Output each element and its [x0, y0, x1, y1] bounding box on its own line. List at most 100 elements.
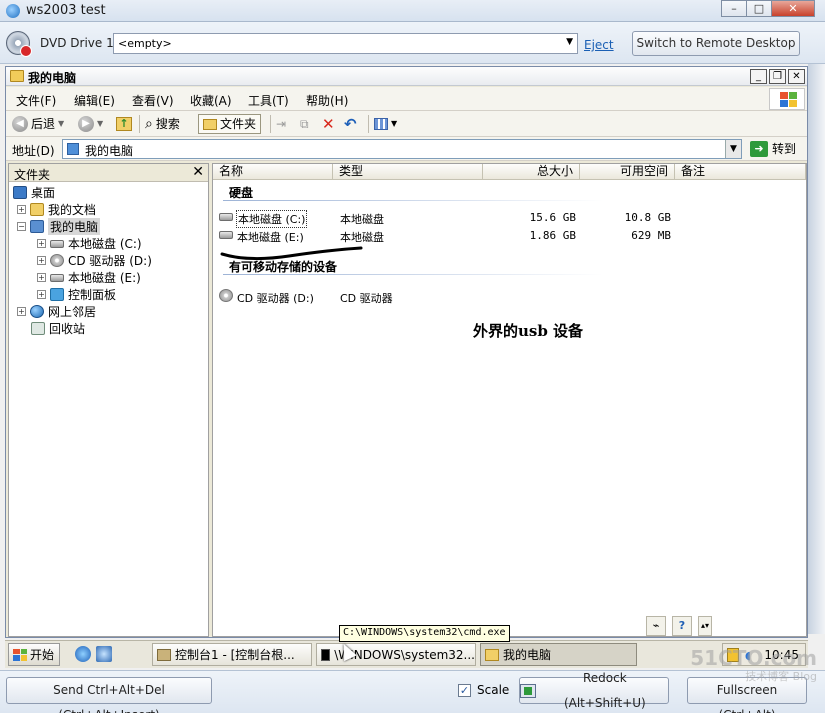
scale-toggle[interactable]: ✓ Scale: [458, 683, 509, 697]
tree-item-label: 我的电脑: [48, 218, 101, 235]
go-button[interactable]: ➜ 转到: [750, 140, 796, 157]
column-header-free-space[interactable]: 可用空间: [580, 164, 675, 180]
tree-item-network[interactable]: + 网上邻居: [17, 303, 96, 320]
back-arrow-icon: ◀: [12, 116, 28, 132]
tree-item-label: 控制面板: [68, 288, 117, 302]
help-icon[interactable]: ?: [672, 616, 692, 636]
cd-icon: [50, 254, 64, 267]
search-button[interactable]: ⌕ 搜索: [145, 114, 180, 134]
start-button[interactable]: 开始: [8, 643, 60, 666]
expand-icon[interactable]: +: [37, 273, 46, 282]
column-header-type[interactable]: 类型: [333, 164, 483, 180]
disk-icon: [219, 231, 233, 239]
tree-item-my-computer[interactable]: − 我的电脑: [17, 218, 101, 235]
computer-icon: [30, 220, 44, 233]
toolbar-divider: [368, 115, 369, 133]
vm-window-title: ws2003 test: [26, 3, 106, 18]
chevron-down-icon[interactable]: ▼: [725, 140, 741, 158]
forward-arrow-icon: ▶: [78, 116, 94, 132]
column-header-name[interactable]: 名称: [213, 164, 333, 180]
tree-item-drive-c[interactable]: + 本地磁盘 (C:): [37, 235, 142, 252]
tree-item-drive-e[interactable]: + 本地磁盘 (E:): [37, 269, 141, 286]
minimize-button[interactable]: –: [721, 0, 747, 17]
expand-icon[interactable]: +: [37, 239, 46, 248]
address-bar: 地址(D) 我的电脑 ▼ ➜ 转到: [6, 137, 807, 161]
switch-remote-desktop-button[interactable]: Switch to Remote Desktop: [632, 31, 800, 56]
address-input[interactable]: 我的电脑 ▼: [62, 139, 742, 159]
delete-button[interactable]: ✕: [322, 114, 335, 134]
folder-icon: [10, 70, 24, 82]
scroll-arrows-icon[interactable]: ▴▾: [698, 616, 712, 636]
redock-button[interactable]: Redock (Alt+Shift+U): [519, 671, 669, 710]
expand-icon[interactable]: +: [17, 307, 26, 316]
show-desktop-icon[interactable]: [96, 646, 112, 662]
menu-favorites[interactable]: 收藏(A): [190, 92, 232, 109]
notification-icons: ⌁ ? ▴▾: [646, 616, 712, 636]
column-header-total-size[interactable]: 总大小: [483, 164, 580, 180]
menu-tools[interactable]: 工具(T): [248, 92, 289, 109]
explorer-restore-button[interactable]: ❐: [769, 69, 786, 84]
menu-file[interactable]: 文件(F): [16, 92, 56, 109]
list-item[interactable]: 本地磁盘 (C:) 本地磁盘 15.6 GB 10.8 GB: [213, 209, 808, 228]
scale-checkbox[interactable]: ✓: [458, 683, 471, 697]
menu-view[interactable]: 查看(V): [132, 92, 174, 109]
folders-label: 文件夹: [220, 117, 257, 131]
folders-button[interactable]: 文件夹: [198, 114, 262, 134]
disk-icon: [219, 213, 233, 221]
forward-button[interactable]: ▶ ▼: [78, 114, 103, 134]
drive-total-size: 1.86 GB: [529, 229, 576, 242]
drive-name: 本地磁盘 (C:): [235, 210, 308, 228]
drive-type: CD 驱动器: [340, 292, 393, 305]
menu-edit[interactable]: 编辑(E): [74, 92, 115, 109]
up-folder-button[interactable]: ↑: [116, 114, 132, 134]
explorer-minimize-button[interactable]: _: [750, 69, 767, 84]
group-header-hard-disks: 硬盘: [229, 186, 254, 200]
list-item[interactable]: 本地磁盘 (E:) 本地磁盘 1.86 GB 629 MB: [213, 227, 808, 244]
views-button[interactable]: ▼: [374, 114, 397, 134]
expand-icon[interactable]: +: [37, 290, 46, 299]
taskbar-item-label: 控制台1 - [控制台根...: [175, 648, 295, 662]
column-header-comment[interactable]: 备注: [675, 164, 806, 180]
tree-item-label: 网上邻居: [48, 305, 97, 319]
expand-icon[interactable]: +: [17, 205, 26, 214]
taskbar-item-console[interactable]: 控制台1 - [控制台根...: [152, 643, 312, 666]
close-pane-icon[interactable]: ✕: [192, 164, 204, 180]
dvd-drive-select[interactable]: <empty> ▼: [113, 33, 578, 54]
back-button[interactable]: ◀ 后退 ▼: [12, 114, 64, 134]
tree-item-desktop[interactable]: 桌面: [13, 184, 55, 201]
close-button[interactable]: ✕: [771, 0, 815, 17]
tree-item-control-panel[interactable]: + 控制面板: [37, 286, 116, 303]
list-item[interactable]: CD 驱动器 (D:) CD 驱动器: [213, 288, 808, 305]
network-tray-icon[interactable]: ⌁: [646, 616, 666, 636]
maximize-button[interactable]: □: [746, 0, 772, 17]
eject-link[interactable]: Eject: [584, 38, 614, 52]
views-icon: [374, 118, 388, 130]
group-divider: [223, 274, 603, 275]
menu-help[interactable]: 帮助(H): [306, 92, 348, 109]
tree-item-my-documents[interactable]: + 我的文档: [17, 201, 96, 218]
power-icon: [20, 45, 32, 57]
redock-icon: [520, 683, 536, 698]
disk-icon: [50, 273, 64, 282]
internet-explorer-icon[interactable]: [75, 646, 91, 662]
explorer-close-button[interactable]: ✕: [788, 69, 805, 84]
send-ctrl-alt-del-button[interactable]: Send Ctrl+Alt+Del (Ctrl+Alt+Insert): [6, 677, 212, 713]
watermark-logo: 51CTO.com: [690, 646, 817, 670]
folder-pane: 文件夹 ✕ 桌面 + 我的文档 − 我的电脑 + 本地磁盘 (C:) + CD …: [8, 163, 209, 637]
taskbar-item-my-computer[interactable]: 我的电脑: [480, 643, 637, 666]
move-to-button[interactable]: ⇥: [276, 114, 286, 134]
desktop-icon: [13, 186, 27, 199]
expand-icon[interactable]: +: [37, 256, 46, 265]
tree-item-recycle-bin[interactable]: 回收站: [31, 320, 85, 337]
undo-button[interactable]: ↶: [344, 114, 357, 134]
collapse-icon[interactable]: −: [17, 222, 26, 231]
tree-item-drive-d[interactable]: + CD 驱动器 (D:): [37, 252, 152, 269]
taskbar-tooltip: C:\WINDOWS\system32\cmd.exe: [339, 625, 510, 642]
toolbar-divider: [139, 115, 140, 133]
standard-toolbar: ◀ 后退 ▼ ▶ ▼ ↑ ⌕ 搜索 文件夹 ⇥ ⧉ ✕ ↶ ▼: [6, 111, 807, 137]
folder-pane-title: 文件夹: [14, 168, 51, 182]
control-panel-icon: [50, 288, 64, 301]
start-label: 开始: [30, 648, 55, 662]
copy-to-button[interactable]: ⧉: [300, 114, 309, 134]
drive-total-size: 15.6 GB: [529, 211, 576, 224]
